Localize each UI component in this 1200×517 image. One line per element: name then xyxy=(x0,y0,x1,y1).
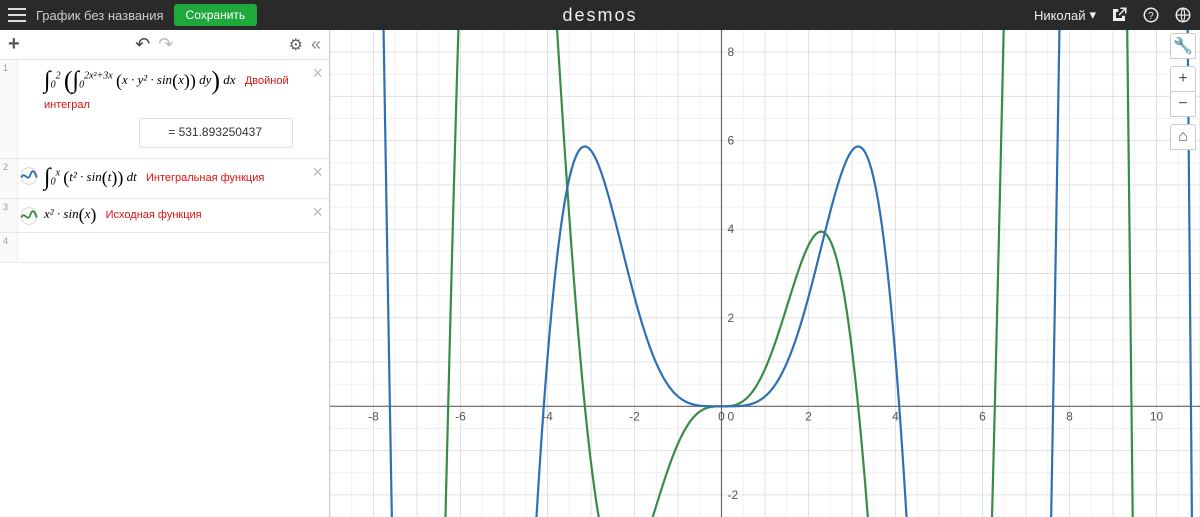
svg-text:0: 0 xyxy=(718,409,725,423)
plot-color-icon[interactable] xyxy=(20,167,38,185)
share-icon[interactable] xyxy=(1110,6,1128,24)
brand-logo: desmos xyxy=(562,5,637,26)
svg-text:-8: -8 xyxy=(368,409,379,423)
save-button[interactable]: Сохранить xyxy=(174,4,258,26)
expression-marker[interactable] xyxy=(18,159,40,198)
app-header: График без названия Сохранить desmos Ник… xyxy=(0,0,1200,30)
expression-index: 3 xyxy=(0,199,18,232)
graph-settings-button[interactable]: 🔧 xyxy=(1170,33,1196,59)
expression-row[interactable]: 3 x² · sin(x) Исходная функция × xyxy=(0,199,329,233)
svg-text:6: 6 xyxy=(979,409,986,423)
collapse-panel-button[interactable]: « xyxy=(311,34,321,55)
zoom-in-button[interactable]: + xyxy=(1170,66,1196,92)
help-icon[interactable]: ? xyxy=(1142,6,1160,24)
svg-text:2: 2 xyxy=(728,311,735,325)
zoom-out-button[interactable]: − xyxy=(1170,91,1196,117)
svg-text:-2: -2 xyxy=(629,409,640,423)
chevron-down-icon: ▾ xyxy=(1089,7,1096,23)
expression-formula[interactable]: x² · sin(x) xyxy=(44,206,96,221)
expression-comment: Интегральная функция xyxy=(146,172,264,184)
expression-formula[interactable]: ∫0x (t² · sin(t)) dt xyxy=(44,169,137,184)
expression-marker xyxy=(18,60,40,158)
graph-area[interactable]: -8-6-4-20246810-224680 🔧 + − ⌂ xyxy=(330,30,1200,517)
expression-index: 2 xyxy=(0,159,18,198)
delete-expression-button[interactable]: × xyxy=(312,64,323,82)
expression-formula[interactable]: ∫02 (∫02x²+3x (x · y² · sin(x)) dy) dx xyxy=(44,72,236,87)
svg-text:8: 8 xyxy=(728,45,735,59)
expression-row[interactable]: 2 ∫0x (t² · sin(t)) dt Интегральная функ… xyxy=(0,159,329,199)
expression-index: 1 xyxy=(0,60,18,158)
add-expression-button[interactable]: + xyxy=(8,33,20,56)
expression-toolbar: + ↶ ↷ ⚙ « xyxy=(0,30,329,60)
user-menu[interactable]: Николай ▾ xyxy=(1034,7,1096,23)
graph-title[interactable]: График без названия xyxy=(36,8,164,23)
undo-button[interactable]: ↶ xyxy=(135,34,150,55)
gear-icon[interactable]: ⚙ xyxy=(289,35,303,55)
svg-text:6: 6 xyxy=(728,134,735,148)
svg-text:2: 2 xyxy=(805,409,812,423)
expression-index: 4 xyxy=(0,233,18,262)
expression-panel: + ↶ ↷ ⚙ « 1 ∫02 (∫02x²+3x (x · y² · sin(… xyxy=(0,30,330,517)
expression-row[interactable]: 4 xyxy=(0,233,329,263)
graph-svg[interactable]: -8-6-4-20246810-224680 xyxy=(330,30,1200,517)
delete-expression-button[interactable]: × xyxy=(312,163,323,181)
language-icon[interactable] xyxy=(1174,6,1192,24)
svg-text:4: 4 xyxy=(892,409,899,423)
expression-marker[interactable] xyxy=(18,199,40,232)
svg-text:8: 8 xyxy=(1066,409,1073,423)
plot-color-icon[interactable] xyxy=(20,207,38,225)
menu-icon[interactable] xyxy=(8,8,26,22)
svg-text:0: 0 xyxy=(728,409,735,423)
svg-text:-6: -6 xyxy=(455,409,466,423)
delete-expression-button[interactable]: × xyxy=(312,203,323,221)
expression-row[interactable]: 1 ∫02 (∫02x²+3x (x · y² · sin(x)) dy) dx… xyxy=(0,60,329,159)
svg-text:-2: -2 xyxy=(728,488,739,502)
redo-button[interactable]: ↷ xyxy=(158,34,173,55)
expression-result: = 531.893250437 xyxy=(139,118,293,148)
svg-text:4: 4 xyxy=(728,222,735,236)
expression-comment: Исходная функция xyxy=(106,209,202,221)
svg-text:10: 10 xyxy=(1150,409,1164,423)
svg-text:?: ? xyxy=(1148,11,1154,22)
expression-list: 1 ∫02 (∫02x²+3x (x · y² · sin(x)) dy) dx… xyxy=(0,60,329,517)
zoom-home-button[interactable]: ⌂ xyxy=(1170,124,1196,150)
user-name: Николай xyxy=(1034,8,1086,23)
